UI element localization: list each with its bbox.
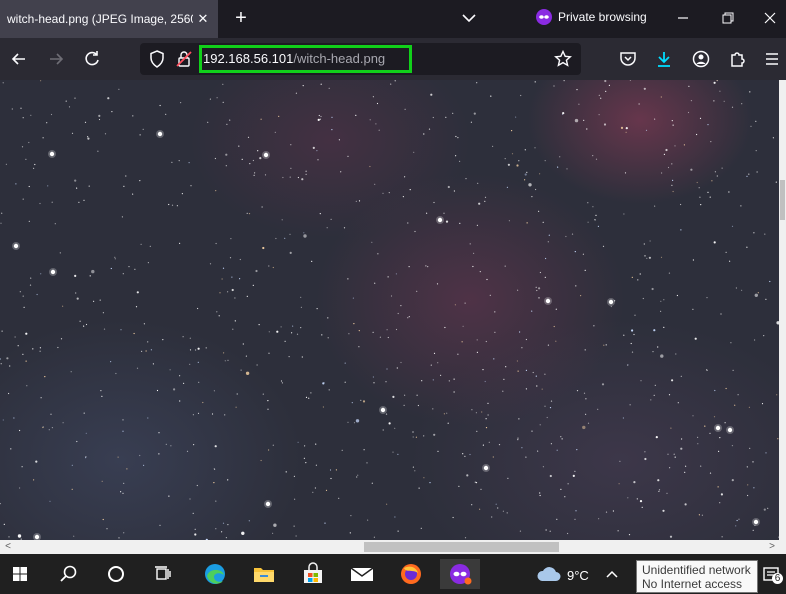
- extensions-icon[interactable]: [727, 49, 747, 69]
- weather-widget[interactable]: 9°C: [536, 565, 589, 586]
- lock-insecure-icon[interactable]: [174, 49, 194, 69]
- tab-title: witch-head.png (JPEG Image, 2560 ×: [7, 12, 193, 26]
- firefox-icon[interactable]: [396, 559, 426, 589]
- task-view-icon[interactable]: [148, 559, 178, 589]
- menu-icon[interactable]: [762, 49, 782, 69]
- private-browsing-label: Private browsing: [558, 10, 647, 24]
- pocket-icon[interactable]: [618, 49, 638, 69]
- weather-temperature: 9°C: [567, 568, 589, 583]
- scroll-right-icon[interactable]: >: [766, 541, 778, 553]
- tab-witch-head[interactable]: witch-head.png (JPEG Image, 2560 × ✕: [0, 0, 218, 38]
- window-close-button[interactable]: [760, 8, 780, 28]
- chevron-down-icon[interactable]: [460, 8, 478, 28]
- shield-icon[interactable]: [147, 49, 167, 69]
- search-icon[interactable]: [54, 559, 84, 589]
- url-bar[interactable]: 192.168.56.101/witch-head.png: [140, 43, 581, 75]
- restore-button[interactable]: [718, 8, 738, 28]
- private-mask-icon: [536, 9, 552, 25]
- vertical-scrollbar-thumb[interactable]: [780, 180, 785, 220]
- new-tab-button[interactable]: +: [231, 8, 251, 28]
- witch-head-nebula-image: [0, 80, 779, 540]
- horizontal-scrollbar[interactable]: < >: [0, 540, 786, 554]
- firefox-private-icon[interactable]: [440, 559, 480, 589]
- notification-count: 6: [772, 573, 783, 584]
- image-viewer[interactable]: [0, 80, 779, 540]
- reload-icon[interactable]: [82, 49, 102, 69]
- download-icon[interactable]: [654, 49, 674, 69]
- cloud-icon: [536, 565, 562, 586]
- cortana-icon[interactable]: [101, 559, 131, 589]
- mail-icon[interactable]: [347, 559, 377, 589]
- network-status-line2: No Internet access: [642, 577, 743, 591]
- minimize-button[interactable]: [673, 8, 693, 28]
- url-text[interactable]: 192.168.56.101/witch-head.png: [203, 51, 385, 66]
- edge-icon[interactable]: [200, 559, 230, 589]
- windows-start-icon[interactable]: [5, 559, 35, 589]
- navigation-toolbar: 192.168.56.101/witch-head.png: [0, 38, 786, 80]
- account-icon[interactable]: [691, 49, 711, 69]
- back-arrow-icon[interactable]: [9, 49, 29, 69]
- vertical-scrollbar[interactable]: [779, 80, 786, 540]
- network-status-line1: Unidentified network: [642, 563, 751, 577]
- scroll-left-icon[interactable]: <: [2, 541, 14, 553]
- tab-close-icon[interactable]: ✕: [194, 10, 212, 28]
- url-path: /witch-head.png: [293, 51, 386, 66]
- network-status-tooltip: Unidentified network No Internet access: [636, 560, 758, 593]
- url-host: 192.168.56.101: [203, 51, 294, 66]
- store-icon[interactable]: [298, 559, 328, 589]
- tray-chevron-up-icon[interactable]: [604, 566, 620, 582]
- forward-arrow-icon[interactable]: [46, 49, 66, 69]
- file-explorer-icon[interactable]: [249, 559, 279, 589]
- private-browsing-indicator: Private browsing: [536, 9, 647, 25]
- notification-icon[interactable]: 6: [761, 564, 783, 586]
- bookmark-star-icon[interactable]: [553, 49, 573, 69]
- horizontal-scrollbar-thumb[interactable]: [364, 542, 559, 552]
- title-bar: witch-head.png (JPEG Image, 2560 × ✕ + P…: [0, 0, 786, 38]
